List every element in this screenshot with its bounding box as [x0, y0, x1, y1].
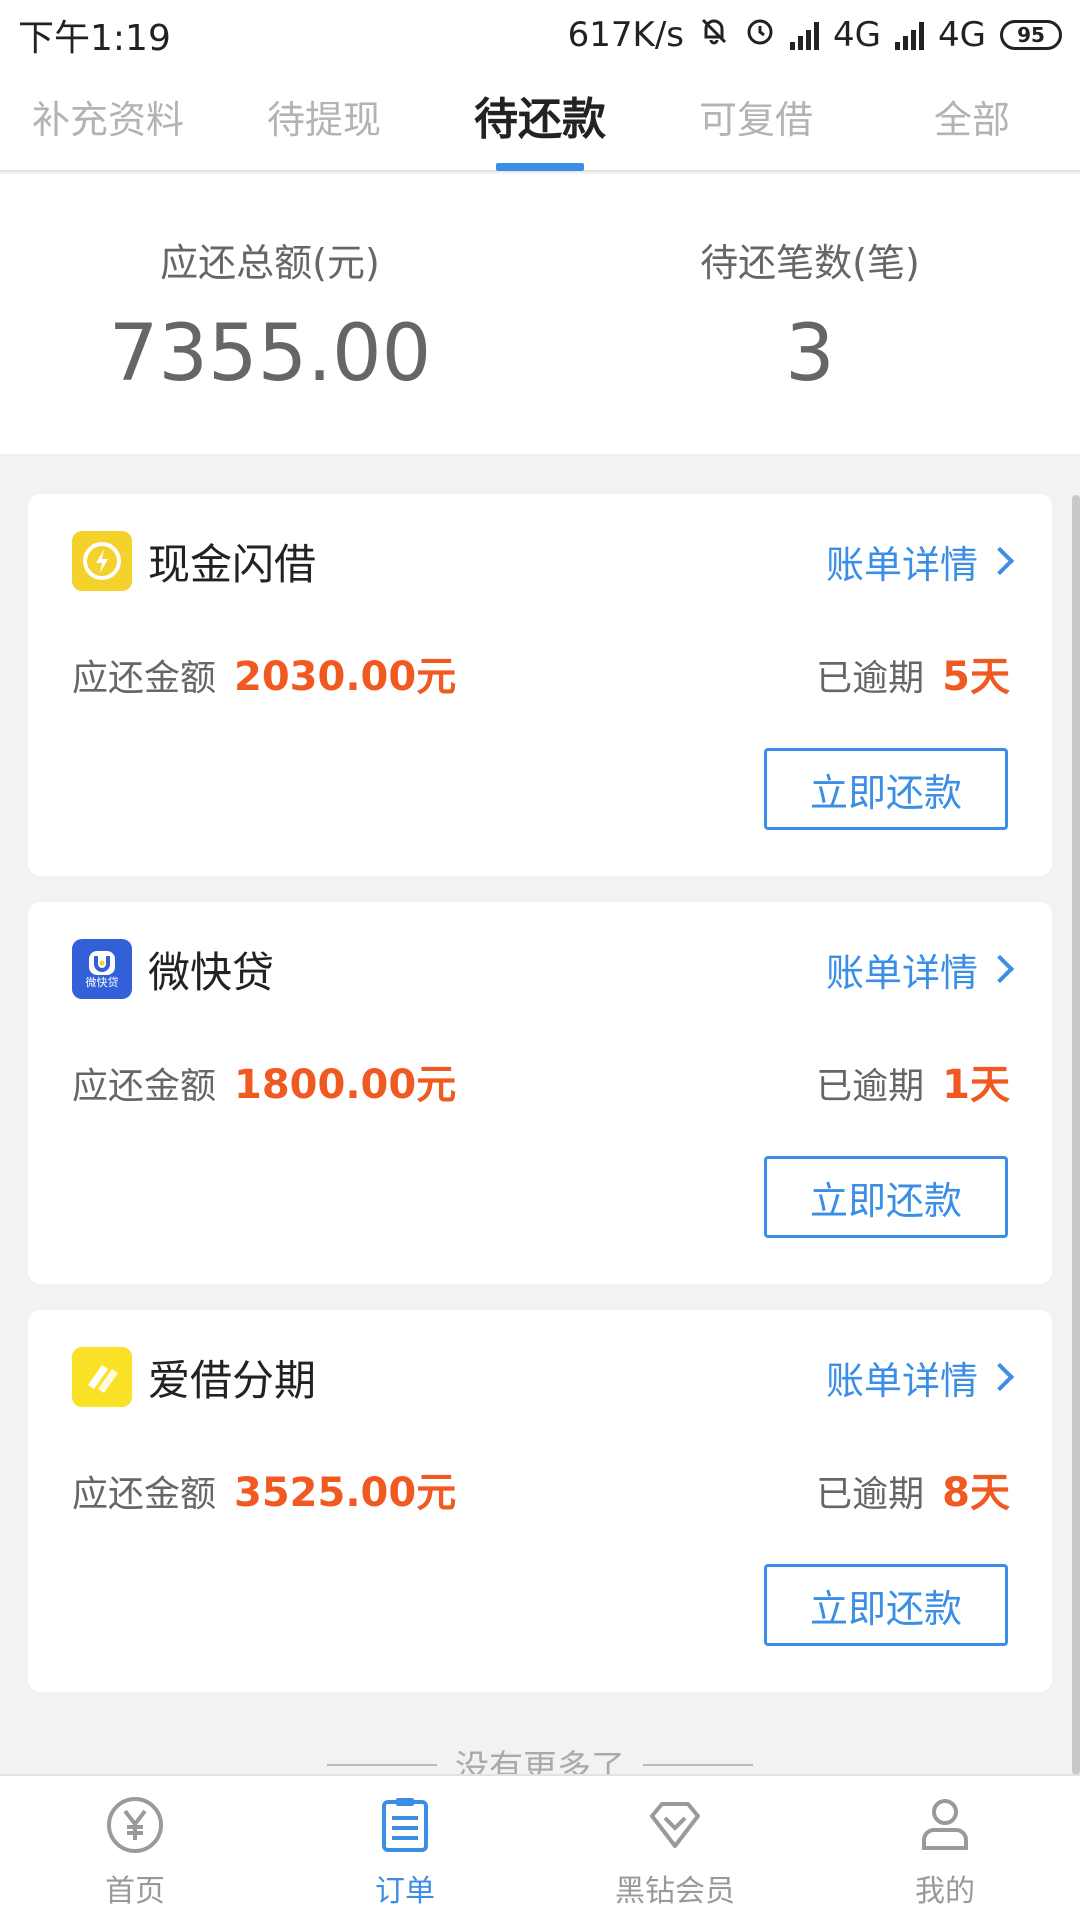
divider — [327, 1763, 437, 1766]
total-due-value: 7355.00 — [108, 309, 432, 399]
repay-now-button[interactable]: 立即还款 — [764, 1156, 1008, 1238]
nav-profile[interactable]: 我的 — [810, 1776, 1080, 1920]
tab-supplement-info[interactable]: 补充资料 — [0, 69, 216, 171]
overdue-label: 已逾期 — [816, 1474, 925, 1515]
nav-label: 订单 — [375, 1874, 435, 1909]
tab-reborrow[interactable]: 可复借 — [648, 69, 864, 171]
amount-due-label: 应还金额 — [72, 1474, 217, 1515]
signal-icon — [790, 20, 820, 50]
status-bar: 下午1:19 617K/s 4G 4G 95 — [0, 0, 1080, 70]
overdue-status: 已逾期 8天 — [816, 1460, 1010, 1518]
chevron-right-icon — [985, 546, 1015, 576]
yen-coin-icon — [107, 1797, 163, 1853]
app-name: 微快贷 — [148, 947, 275, 997]
amount-due-value: 1800.00元 — [234, 1062, 457, 1108]
chevron-right-icon — [985, 954, 1015, 984]
nav-black-diamond[interactable]: 黑钻会员 — [540, 1776, 810, 1920]
loan-card: 微快贷 微快贷 账单详情 应还金额 1800.00元 已逾期 1天 立即还款 — [28, 902, 1052, 1284]
tab-all[interactable]: 全部 — [864, 69, 1080, 171]
repay-summary: 应还总额(元) 7355.00 待还笔数(笔) 3 — [0, 174, 1080, 454]
tab-pending-withdraw[interactable]: 待提现 — [216, 69, 432, 171]
loan-card: 现金闪借 账单详情 应还金额 2030.00元 已逾期 5天 立即还款 — [28, 494, 1052, 876]
bill-detail-label: 账单详情 — [825, 950, 978, 995]
bill-detail-link[interactable]: 账单详情 — [825, 1346, 1015, 1408]
net-speed: 617K/s — [567, 15, 685, 55]
diamond-icon — [650, 1802, 700, 1848]
repay-now-button[interactable]: 立即还款 — [764, 1564, 1008, 1646]
alarm-icon — [744, 15, 776, 55]
app-name: 现金闪借 — [148, 539, 317, 589]
nav-orders[interactable]: 订单 — [270, 1776, 540, 1920]
loan-app: 爱借分期 — [72, 1346, 316, 1408]
status-indicators: 617K/s 4G 4G 95 — [568, 15, 1062, 55]
overdue-label: 已逾期 — [816, 658, 925, 699]
amount-due-value: 2030.00元 — [234, 654, 457, 700]
app-name: 爱借分期 — [148, 1355, 317, 1405]
status-time: 下午1:19 — [18, 18, 171, 59]
order-list-icon — [382, 1798, 428, 1852]
wkd-logo-text: 微快贷 — [85, 975, 119, 989]
overdue-status: 已逾期 1天 — [816, 1052, 1010, 1110]
person-icon — [922, 1799, 968, 1850]
overdue-status: 已逾期 5天 — [816, 644, 1010, 702]
signal-icon-2 — [895, 20, 925, 50]
battery-icon: 95 — [1000, 20, 1062, 50]
loan-app: 现金闪借 — [72, 530, 316, 592]
overdue-days: 5天 — [942, 654, 1010, 700]
amount-due-value: 3525.00元 — [234, 1470, 457, 1516]
lightning-clock-icon — [72, 531, 132, 591]
amount-due: 应还金额 1800.00元 — [72, 1052, 456, 1110]
network-type-2: 4G — [938, 15, 986, 55]
repay-now-button[interactable]: 立即还款 — [764, 748, 1008, 830]
bottom-nav: 首页 订单 黑钻会员 我的 — [0, 1774, 1080, 1920]
mute-bell-icon — [698, 15, 730, 55]
nav-label: 黑钻会员 — [615, 1874, 735, 1909]
nav-label: 我的 — [915, 1874, 975, 1909]
amount-due: 应还金额 3525.00元 — [72, 1460, 456, 1518]
bill-detail-link[interactable]: 账单详情 — [825, 938, 1015, 1000]
due-count-value: 3 — [785, 309, 835, 399]
tab-pending-repay[interactable]: 待还款 — [432, 69, 648, 171]
amount-due: 应还金额 2030.00元 — [72, 644, 456, 702]
order-tabs: 补充资料 待提现 待还款 可复借 全部 — [0, 70, 1080, 172]
total-due-label: 应还总额(元) — [160, 241, 380, 285]
network-type-1: 4G — [833, 15, 882, 55]
bill-detail-label: 账单详情 — [825, 542, 978, 587]
divider — [643, 1763, 753, 1766]
overdue-days: 8天 — [942, 1470, 1010, 1516]
loan-card: 爱借分期 账单详情 应还金额 3525.00元 已逾期 8天 立即还款 — [28, 1310, 1052, 1692]
overdue-label: 已逾期 — [816, 1066, 925, 1107]
due-count-block: 待还笔数(笔) 3 — [540, 174, 1080, 454]
bill-detail-label: 账单详情 — [825, 1358, 978, 1403]
overdue-days: 1天 — [942, 1062, 1010, 1108]
total-due-block: 应还总额(元) 7355.00 — [0, 174, 540, 454]
loan-app: 微快贷 微快贷 — [72, 938, 274, 1000]
amount-due-label: 应还金额 — [72, 1066, 217, 1107]
scrollbar[interactable] — [1072, 495, 1080, 1775]
stripes-logo-icon — [72, 1347, 132, 1407]
chevron-right-icon — [985, 1362, 1015, 1392]
due-count-label: 待还笔数(笔) — [700, 241, 920, 285]
bill-detail-link[interactable]: 账单详情 — [825, 530, 1015, 592]
amount-due-label: 应还金额 — [72, 658, 217, 699]
nav-label: 首页 — [105, 1874, 165, 1909]
wkd-logo-icon: 微快贷 — [72, 939, 132, 999]
nav-home[interactable]: 首页 — [0, 1776, 270, 1920]
